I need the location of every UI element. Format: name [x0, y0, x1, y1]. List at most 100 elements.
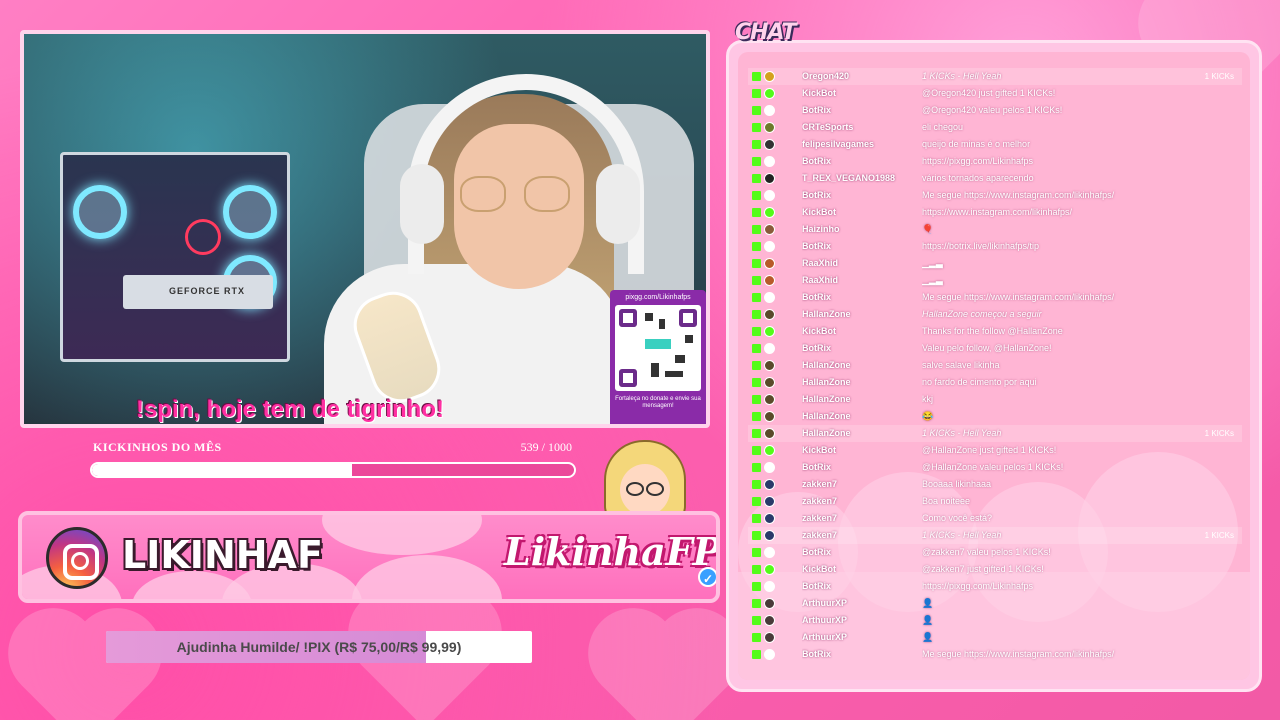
chat-username[interactable]: BotRix [802, 102, 922, 119]
user-avatar-icon[interactable] [764, 360, 775, 371]
chat-message-row: HallanZone 1 KICKs - Hell Yeah 1 KICKs [748, 425, 1242, 442]
chat-message-row: HallanZone HallanZone começou a seguir [748, 306, 1242, 323]
chat-username[interactable]: BotRix [802, 238, 922, 255]
user-avatar-icon[interactable] [764, 394, 775, 405]
chat-message-row: T_REX_VEGANO1988 vários tornados aparecen… [748, 170, 1242, 187]
chat-username[interactable]: felipesilvagames [802, 136, 922, 153]
donation-text: Ajudinha Humilde/ !PIX (R$ 75,00/R$ 99,9… [176, 639, 462, 655]
chat-username[interactable]: ArthuurXP [802, 612, 922, 629]
chat-username[interactable]: KickBot [802, 561, 922, 578]
chat-username[interactable]: CRTeSports [802, 119, 922, 136]
chat-message-row: HallanZone no fardo de cimento por aqui [748, 374, 1242, 391]
user-avatar-icon[interactable] [764, 615, 775, 626]
chat-username[interactable]: BotRix [802, 340, 922, 357]
user-avatar-icon[interactable] [764, 309, 775, 320]
user-avatar-icon[interactable] [764, 411, 775, 422]
user-avatar-icon[interactable] [764, 122, 775, 133]
chat-username[interactable]: ArthuurXP [802, 595, 922, 612]
user-avatar-icon[interactable] [764, 292, 775, 303]
user-avatar-icon[interactable] [764, 207, 775, 218]
kick-badge-icon [752, 225, 761, 234]
chat-username[interactable]: BotRix [802, 187, 922, 204]
kick-gift-amount: 1 KICKs [1204, 531, 1234, 540]
user-avatar-icon[interactable] [764, 224, 775, 235]
user-avatar-icon[interactable] [764, 241, 775, 252]
chat-username[interactable]: T_REX_VEGANO1988 [802, 170, 922, 187]
chat-username[interactable]: HallanZone [802, 408, 922, 425]
chat-message-text: https://pixgg.com/Likinhafps [922, 581, 1034, 591]
kick-badge-icon [752, 582, 761, 591]
user-avatar-icon[interactable] [764, 156, 775, 167]
chat-username[interactable]: zakken7 [802, 476, 922, 493]
chat-username[interactable]: KickBot [802, 85, 922, 102]
user-avatar-icon[interactable] [764, 479, 775, 490]
user-avatar-icon[interactable] [764, 445, 775, 456]
user-avatar-icon[interactable] [764, 496, 775, 507]
kick-badge-icon [752, 565, 761, 574]
user-avatar-icon[interactable] [764, 564, 775, 575]
user-avatar-icon[interactable] [764, 513, 775, 524]
chat-message-text: 👤 [922, 632, 934, 642]
user-avatar-icon[interactable] [764, 139, 775, 150]
user-avatar-icon[interactable] [764, 530, 775, 541]
kick-badge-icon [752, 123, 761, 132]
chat-username[interactable]: HallanZone [802, 357, 922, 374]
user-avatar-icon[interactable] [764, 428, 775, 439]
chat-username[interactable]: KickBot [802, 204, 922, 221]
chat-username[interactable]: BotRix [802, 153, 922, 170]
user-avatar-icon[interactable] [764, 88, 775, 99]
pix-qr-card[interactable]: pixgg.com/Likinhafps Fortaleça no donate… [610, 290, 706, 424]
chat-username[interactable]: HallanZone [802, 306, 922, 323]
chat-username[interactable]: BotRix [802, 646, 922, 663]
chat-message-row: BotRix @HallanZone valeu pelos 1 KICKs! [748, 459, 1242, 476]
user-avatar-icon[interactable] [764, 462, 775, 473]
chat-username[interactable]: RaaXhid [802, 255, 922, 272]
chat-message-text: @zakken7 valeu pelos 1 KICKs! [922, 547, 1051, 557]
instagram-handle[interactable]: LIKINHAF [122, 533, 323, 577]
kick-badge-icon [752, 463, 761, 472]
chat-username[interactable]: HallanZone [802, 425, 922, 442]
goal-total: 1000 [548, 440, 572, 454]
goal-title: KICKINHOS DO MÊS [93, 440, 222, 454]
user-avatar-icon[interactable] [764, 275, 775, 286]
kick-badge-icon [752, 327, 761, 336]
chat-username[interactable]: KickBot [802, 323, 922, 340]
user-avatar-icon[interactable] [764, 343, 775, 354]
chat-username[interactable]: Haizinho [802, 221, 922, 238]
user-avatar-icon[interactable] [764, 649, 775, 660]
user-avatar-icon[interactable] [764, 547, 775, 558]
user-avatar-icon[interactable] [764, 632, 775, 643]
chat-username[interactable]: BotRix [802, 459, 922, 476]
chat-username[interactable]: zakken7 [802, 493, 922, 510]
chat-message-text: https://pixgg.com/Likinhafps [922, 156, 1034, 166]
chat-message-row: KickBot @HallanZone just gifted 1 KICKs! [748, 442, 1242, 459]
user-avatar-icon[interactable] [764, 173, 775, 184]
chat-username[interactable]: ArthuurXP [802, 629, 922, 646]
user-avatar-icon[interactable] [764, 71, 775, 82]
user-avatar-icon[interactable] [764, 258, 775, 269]
chat-username[interactable]: BotRix [802, 544, 922, 561]
goal-count: 539 / 1000 [520, 440, 572, 454]
user-avatar-icon[interactable] [764, 105, 775, 116]
user-avatar-icon[interactable] [764, 581, 775, 592]
chat-panel[interactable]: Oregon420 1 KICKs - Hell Yeah 1 KICKs KickB… [738, 52, 1250, 680]
chat-message-list[interactable]: Oregon420 1 KICKs - Hell Yeah 1 KICKs KickB… [748, 68, 1242, 663]
chat-username[interactable]: RaaXhid [802, 272, 922, 289]
chat-username[interactable]: BotRix [802, 578, 922, 595]
chat-username[interactable]: zakken7 [802, 527, 922, 544]
instagram-icon[interactable] [46, 527, 108, 589]
chat-username[interactable]: Oregon420 [802, 68, 922, 85]
user-avatar-icon[interactable] [764, 326, 775, 337]
chat-username[interactable]: KickBot [802, 442, 922, 459]
chat-message-row: RaaXhid ▁▂▃ [748, 272, 1242, 289]
chat-message-row: BotRix Me segue https://www.instagram.com… [748, 646, 1242, 663]
chat-username[interactable]: zakken7 [802, 510, 922, 527]
chat-username[interactable]: HallanZone [802, 374, 922, 391]
chat-username[interactable]: HallanZone [802, 391, 922, 408]
user-avatar-icon[interactable] [764, 598, 775, 609]
goal-progress-track [90, 462, 576, 478]
chat-username[interactable]: BotRix [802, 289, 922, 306]
user-avatar-icon[interactable] [764, 190, 775, 201]
kick-badge-icon [752, 480, 761, 489]
user-avatar-icon[interactable] [764, 377, 775, 388]
